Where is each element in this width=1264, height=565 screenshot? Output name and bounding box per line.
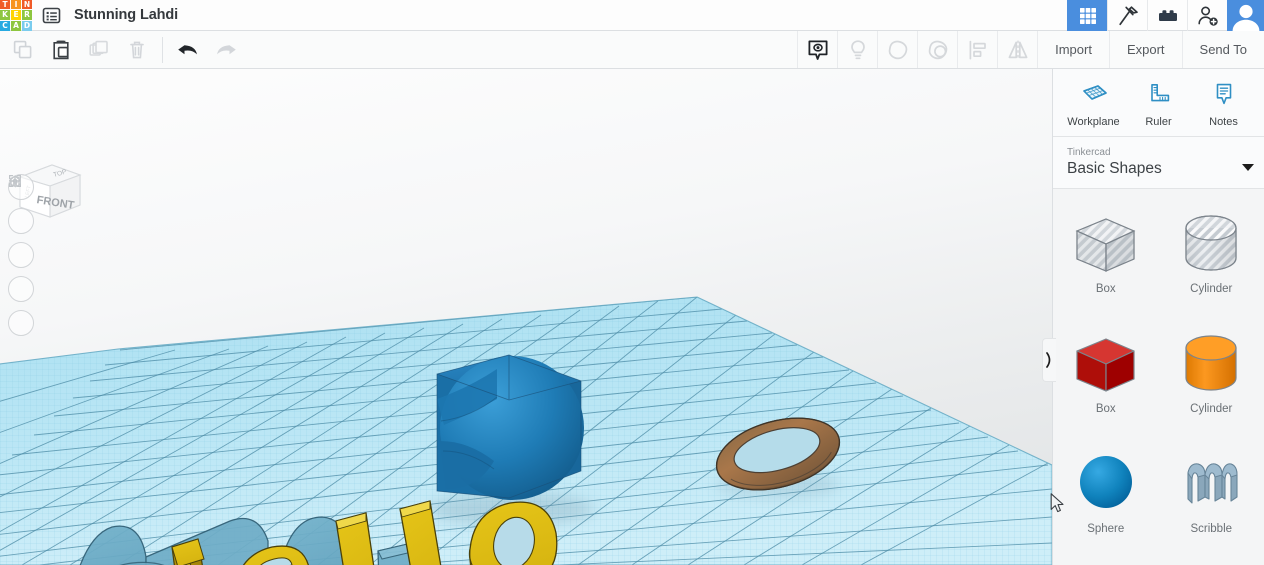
panel-collapse-handle[interactable] — [1042, 338, 1056, 382]
page-title: Stunning Lahdi — [74, 7, 179, 23]
group-button[interactable] — [877, 31, 917, 68]
toolbar-right-group: Import Export Send To — [797, 31, 1264, 68]
ungroup-button[interactable] — [917, 31, 957, 68]
logo-tile-t: T — [0, 0, 10, 10]
shape-library-value: Basic Shapes — [1067, 160, 1162, 177]
logo-tile-k: K — [0, 10, 10, 20]
logo-tile-e: E — [11, 10, 21, 20]
perspective-toggle-button[interactable] — [8, 175, 34, 336]
notes-bubble-icon — [1216, 83, 1231, 104]
sphere-solid-art — [1067, 447, 1145, 521]
paste-button[interactable] — [42, 31, 80, 68]
workplane-tool-label: Workplane — [1067, 115, 1120, 128]
tinkercad-logo[interactable]: TIN KER CAD — [0, 0, 32, 31]
undo-button[interactable] — [169, 31, 207, 68]
apps-grid-icon[interactable] — [1067, 0, 1107, 31]
box-solid-art — [1067, 327, 1145, 401]
shape-library-select[interactable]: Tinkercad Basic Shapes — [1053, 137, 1264, 189]
logo-tile-i: I — [11, 0, 21, 10]
panel-tool-row: Workplane Ruler Notes — [1053, 69, 1264, 137]
light-button[interactable] — [837, 31, 877, 68]
document-list-icon[interactable] — [41, 5, 62, 26]
scribble-art — [1172, 447, 1250, 521]
notes-tool-label: Notes — [1209, 115, 1238, 128]
logo-tile-a: A — [11, 20, 21, 31]
shape-box-hole[interactable]: Box — [1053, 195, 1159, 315]
shape-label: Box — [1095, 283, 1116, 295]
ruler-icon — [1150, 83, 1169, 101]
tinker-hammer-icon[interactable] — [1107, 0, 1147, 31]
view-nav-controls — [8, 174, 34, 344]
shape-library-grid: Box Cylinder Box Cylinder Sphere Scribbl… — [1053, 189, 1264, 565]
workplane-tool[interactable]: Workplane — [1063, 82, 1125, 128]
send-to-button[interactable]: Send To — [1181, 31, 1264, 68]
zoom-out-button[interactable] — [8, 180, 34, 302]
user-avatar[interactable] — [1227, 0, 1264, 31]
shape-cylinder-hole[interactable]: Cylinder — [1159, 195, 1264, 315]
shape-library-eyebrow: Tinkercad — [1067, 147, 1111, 158]
shape-cylinder-orange[interactable]: Cylinder — [1159, 315, 1264, 435]
top-bar: TIN KER CAD Stunning Lahdi — [0, 0, 1264, 31]
workplane-grid-icon — [1082, 84, 1107, 100]
shape-sphere-blue[interactable]: Sphere — [1053, 435, 1159, 555]
tinkercad-app: TIN KER CAD Stunning Lahdi Import Export S… — [0, 0, 1264, 565]
show-hide-button[interactable] — [797, 31, 837, 68]
copy-button[interactable] — [4, 31, 42, 68]
3d-viewport[interactable]: TOP FRONT LEFT — [0, 69, 1052, 565]
topbar-right-actions — [1067, 0, 1264, 31]
shapes-panel: Workplane Ruler Notes Tinkercad Basic Sh… — [1052, 69, 1264, 565]
add-person-icon[interactable] — [1187, 0, 1227, 31]
edit-toolbar: Import Export Send To — [0, 31, 1264, 69]
box-sphere-object — [430, 354, 594, 526]
cylinder-solid-art — [1172, 327, 1250, 401]
shape-label: Sphere — [1087, 523, 1125, 535]
import-button[interactable]: Import — [1037, 31, 1109, 68]
cylinder-hole-art — [1172, 207, 1250, 281]
chevron-down-icon[interactable] — [1242, 164, 1254, 171]
shape-label: Box — [1095, 403, 1116, 415]
duplicate-button[interactable] — [80, 31, 118, 68]
export-button[interactable]: Export — [1108, 31, 1182, 68]
logo-tile-n: N — [22, 0, 32, 10]
toolbar-divider — [162, 36, 163, 63]
redo-button[interactable] — [207, 31, 245, 68]
shape-box-red[interactable]: Box — [1053, 315, 1159, 435]
fit-to-view-button[interactable] — [8, 175, 34, 234]
align-button[interactable] — [957, 31, 997, 68]
mirror-button[interactable] — [997, 31, 1037, 68]
ruler-tool-label: Ruler — [1145, 115, 1172, 128]
zoom-in-button[interactable] — [8, 175, 34, 268]
logo-tile-d: D — [22, 20, 32, 31]
shape-scribble[interactable]: Scribble — [1159, 435, 1264, 555]
delete-button[interactable] — [118, 31, 156, 68]
blocks-icon[interactable] — [1147, 0, 1187, 31]
shape-label: Scribble — [1190, 523, 1233, 535]
shape-label: Cylinder — [1190, 283, 1233, 295]
scene-canvas — [0, 296, 1052, 565]
shape-label: Cylinder — [1190, 403, 1233, 415]
box-hole-art — [1067, 207, 1145, 281]
logo-tile-r: R — [22, 10, 32, 20]
ruler-tool[interactable]: Ruler — [1128, 82, 1190, 128]
notes-tool[interactable]: Notes — [1193, 82, 1255, 128]
logo-tile-c: C — [0, 20, 10, 31]
